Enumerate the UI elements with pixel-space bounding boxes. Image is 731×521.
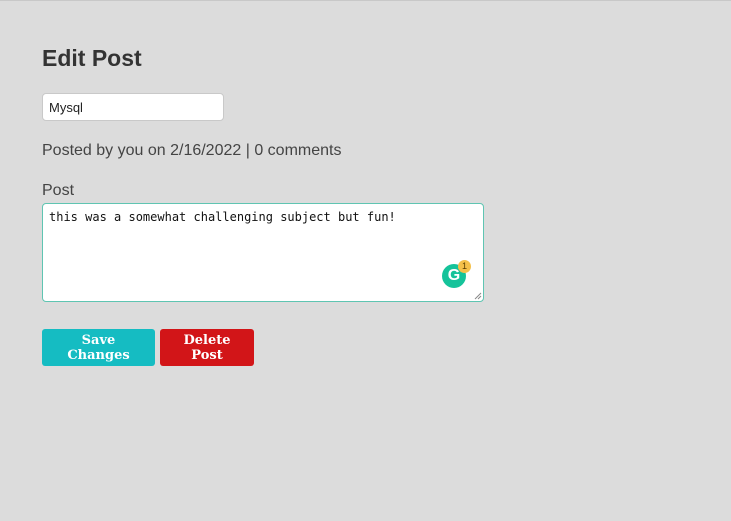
post-meta: Posted by you on 2/16/2022 | 0 comments: [42, 142, 702, 160]
edit-post-page: Edit Post Posted by you on 2/16/2022 | 0…: [42, 44, 702, 366]
form-actions: Save Changes Delete Post: [42, 329, 702, 366]
delete-post-button[interactable]: Delete Post: [160, 329, 254, 366]
resize-handle-icon[interactable]: [474, 292, 482, 300]
post-body-label: Post: [42, 182, 75, 199]
save-changes-button[interactable]: Save Changes: [42, 329, 155, 366]
meta-date: 2/16/2022: [170, 142, 242, 159]
post-body-textarea[interactable]: this was a somewhat challenging subject …: [42, 203, 484, 302]
post-title-input[interactable]: [42, 93, 224, 121]
page-title: Edit Post: [42, 45, 142, 71]
grammarly-suggestion-badge: 1: [458, 260, 471, 273]
meta-comments-count: 0 comments: [254, 142, 342, 159]
window-top-border: [0, 0, 731, 1]
meta-prefix: Posted by you on: [42, 142, 171, 159]
post-body-field-wrapper: this was a somewhat challenging subject …: [42, 203, 484, 302]
meta-separator: |: [241, 142, 255, 159]
